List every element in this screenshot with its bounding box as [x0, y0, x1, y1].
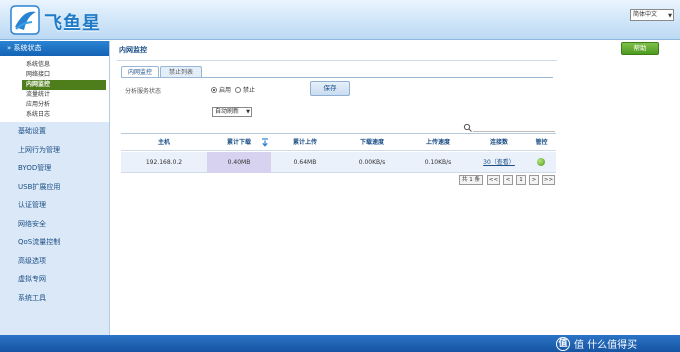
- auto-refresh-value: 自动刷新: [215, 108, 240, 115]
- sidebar-subitem-traffic-stats[interactable]: 流量统计: [0, 90, 109, 100]
- first-page-button[interactable]: <<: [487, 175, 500, 185]
- sidebar-subitem-lan-monitor[interactable]: 内网监控: [22, 80, 106, 90]
- sidebar-item-advanced[interactable]: 高级选项: [0, 252, 109, 271]
- search-input[interactable]: [473, 123, 555, 132]
- search-icon[interactable]: [463, 123, 473, 132]
- control-status-indicator[interactable]: [537, 158, 545, 166]
- logo-icon: [10, 5, 40, 35]
- cell-download-speed: 0.00KB/s: [358, 159, 386, 166]
- sidebar: » 系统状态 系统信息 网络接口 内网监控 流量统计 应用分析 系统日志 基础设…: [0, 41, 110, 335]
- watermark-icon: 值: [556, 336, 570, 351]
- collapse-icon: »: [7, 44, 12, 52]
- sidebar-item-authentication[interactable]: 认证管理: [0, 196, 109, 215]
- radio-enable[interactable]: [211, 86, 217, 93]
- chevron-down-icon: ▼: [246, 109, 250, 115]
- sidebar-item-system-tools[interactable]: 系统工具: [0, 289, 109, 308]
- logo: 飞鱼星: [10, 5, 120, 35]
- language-select-value: 简体中文: [633, 11, 658, 18]
- sidebar-item-vpn[interactable]: 虚拟专网: [0, 270, 109, 289]
- table-header: 主机 累计下载 累计上传 下载速度 上传速度 连接数 管控: [121, 133, 556, 151]
- radio-disable-label: 禁止: [243, 87, 256, 94]
- prev-page-button[interactable]: <: [503, 175, 513, 185]
- page-title: 内网监控: [119, 46, 147, 54]
- page-number-1[interactable]: 1: [516, 175, 526, 185]
- column-control: 管控: [535, 139, 548, 146]
- sidebar-subitem-app-analysis[interactable]: 应用分析: [0, 100, 109, 110]
- sidebar-item-usb[interactable]: USB扩展应用: [0, 178, 109, 197]
- service-status-label: 分析服务状态: [125, 88, 162, 95]
- sidebar-item-network-security[interactable]: 网络安全: [0, 215, 109, 234]
- radio-enable-label: 启用: [219, 87, 232, 94]
- cell-host: 192.168.0.2: [145, 159, 183, 166]
- sidebar-item-byod[interactable]: BYOD管理: [0, 159, 109, 178]
- watermark-text: 值 什么值得买: [574, 340, 638, 351]
- sidebar-item-behavior-management[interactable]: 上网行为管理: [0, 141, 109, 160]
- sidebar-item-basic-settings[interactable]: 基础设置: [0, 122, 109, 141]
- language-select[interactable]: 简体中文 ▼: [630, 9, 674, 21]
- cell-upload-speed: 0.10KB/s: [424, 159, 452, 166]
- watermark: 值 值 什么值得买: [556, 336, 637, 351]
- save-button[interactable]: 保存: [310, 81, 350, 96]
- cell-download-total: 0.40MB: [207, 152, 271, 173]
- sidebar-section-label: 系统状态: [13, 44, 42, 52]
- main-panel: 内网监控 帮助 内网监控 禁止列表 分析服务状态 启用 禁止 保存 自动刷新 ▼…: [111, 41, 680, 335]
- column-upload-total[interactable]: 累计上传: [271, 134, 339, 151]
- last-page-button[interactable]: >>: [542, 175, 555, 185]
- column-connections[interactable]: 连接数: [471, 134, 527, 151]
- sidebar-subitem-system-info[interactable]: 系统信息: [0, 60, 109, 70]
- logo-text: 飞鱼星: [44, 13, 101, 34]
- sidebar-submenu: 系统信息 网络接口 内网监控 流量统计 应用分析 系统日志: [0, 56, 109, 122]
- sidebar-section-system-status[interactable]: » 系统状态: [0, 41, 109, 56]
- service-status-radio-group: 启用 禁止: [211, 85, 259, 94]
- cell-upload-total: 0.64MB: [293, 159, 317, 166]
- sort-down-icon[interactable]: [261, 138, 269, 147]
- top-header: 飞鱼星 简体中文 ▼: [0, 0, 680, 40]
- tab-divider: [121, 77, 553, 78]
- radio-disable[interactable]: [235, 86, 242, 93]
- table-row: 192.168.0.2 0.40MB 0.64MB 0.00KB/s 0.10K…: [121, 152, 556, 173]
- sidebar-subitem-system-log[interactable]: 系统日志: [0, 110, 109, 120]
- next-page-button[interactable]: >: [529, 175, 539, 185]
- view-connections-link[interactable]: 30（查看）: [483, 159, 515, 166]
- divider: [117, 60, 557, 61]
- help-button[interactable]: 帮助: [621, 42, 659, 55]
- pagination: 共 1 条 << < 1 > >>: [459, 175, 556, 185]
- sidebar-item-qos[interactable]: QoS流量控制: [0, 233, 109, 252]
- column-download-speed[interactable]: 下载速度: [339, 134, 405, 151]
- chevron-down-icon: ▼: [668, 13, 672, 19]
- pagination-total: 共 1 条: [459, 175, 483, 185]
- auto-refresh-select[interactable]: 自动刷新 ▼: [212, 107, 252, 117]
- cell-connections: 30（查看）: [471, 152, 527, 173]
- column-host[interactable]: 主机: [121, 134, 207, 151]
- column-upload-speed[interactable]: 上传速度: [405, 134, 471, 151]
- sidebar-subitem-network-interfaces[interactable]: 网络接口: [0, 70, 109, 80]
